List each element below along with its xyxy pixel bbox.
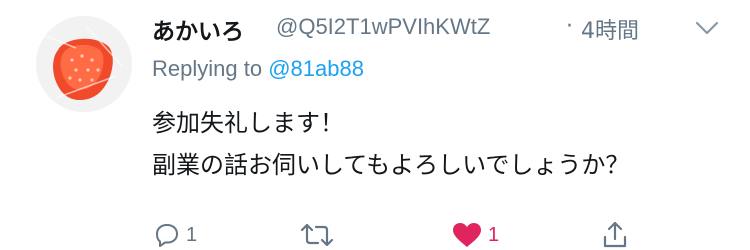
- tweet-text: 参加失礼します！ 副業の話お伺いしてもよろしいでしょうか？: [152, 102, 629, 186]
- avatar[interactable]: [36, 16, 132, 112]
- replying-to: Replying to @81ab88: [152, 56, 364, 82]
- retweet-button[interactable]: [300, 220, 340, 250]
- chevron-down-icon[interactable]: [694, 18, 720, 38]
- replying-to-handle[interactable]: @81ab88: [268, 56, 364, 81]
- like-button[interactable]: 1: [452, 220, 499, 250]
- share-button[interactable]: [602, 220, 628, 250]
- heart-icon: [453, 223, 481, 247]
- tweet-text-line: 参加失礼します！: [152, 109, 344, 137]
- share-icon: [603, 221, 627, 248]
- like-count: 1: [488, 223, 500, 246]
- strawberry-avatar-image: [36, 16, 132, 112]
- reply-count: 1: [186, 223, 198, 246]
- timestamp[interactable]: 4時間: [581, 13, 639, 45]
- display-name[interactable]: あかいろ: [152, 12, 244, 46]
- retweet-icon: [300, 223, 334, 247]
- tweet-text-line: 副業の話お伺いしてもよろしいでしょうか？: [152, 151, 630, 179]
- user-handle[interactable]: @Q5I2T1wPVIhKWtZ: [276, 14, 490, 40]
- replying-to-label: Replying to: [152, 56, 263, 81]
- separator-dot: ·: [566, 14, 573, 39]
- reply-button[interactable]: 1: [154, 220, 197, 250]
- tweet-card[interactable]: あかいろ @Q5I2T1wPVIhKWtZ · 4時間 Replying to …: [0, 0, 750, 248]
- reply-icon: [156, 224, 178, 247]
